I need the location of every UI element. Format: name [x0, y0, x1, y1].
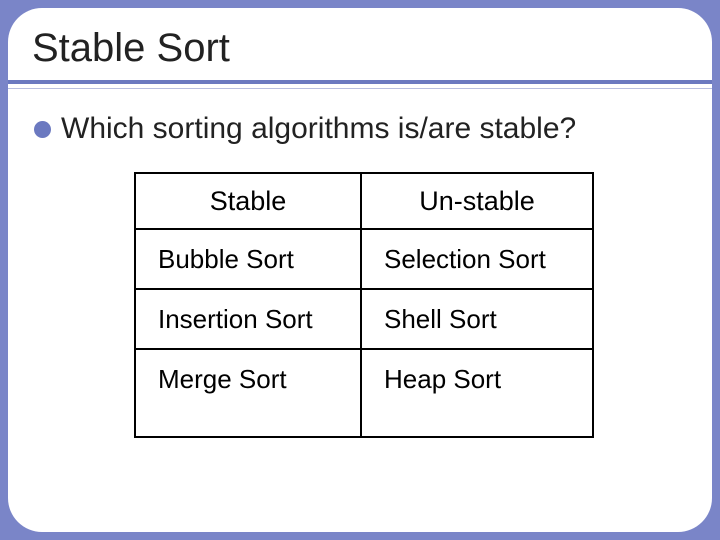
table-header-row: Stable Un-stable — [135, 173, 593, 229]
bullet-icon — [34, 121, 51, 138]
table-row: Insertion Sort Shell Sort — [135, 289, 593, 349]
cell-unstable: Shell Sort — [361, 289, 593, 349]
title-wrap: Stable Sort — [8, 8, 712, 77]
slide-title: Stable Sort — [32, 26, 688, 71]
cell-stable: Merge Sort — [135, 349, 361, 437]
cell-unstable: Selection Sort — [361, 229, 593, 289]
cell-stable: Insertion Sort — [135, 289, 361, 349]
cell-unstable: Heap Sort — [361, 349, 593, 437]
col-header-unstable: Un-stable — [361, 173, 593, 229]
divider-thin — [8, 88, 712, 89]
slide-content: Which sorting algorithms is/are stable? … — [34, 112, 686, 438]
slide-card: Stable Sort Which sorting algorithms is/… — [8, 8, 712, 532]
slide: Stable Sort Which sorting algorithms is/… — [0, 0, 720, 540]
bullet-row: Which sorting algorithms is/are stable? — [34, 112, 686, 146]
bullet-text: Which sorting algorithms is/are stable? — [61, 112, 576, 146]
table-row: Bubble Sort Selection Sort — [135, 229, 593, 289]
table-row: Merge Sort Heap Sort — [135, 349, 593, 437]
col-header-stable: Stable — [135, 173, 361, 229]
cell-stable: Bubble Sort — [135, 229, 361, 289]
divider-thick — [8, 80, 712, 84]
stability-table: Stable Un-stable Bubble Sort Selection S… — [134, 172, 594, 438]
